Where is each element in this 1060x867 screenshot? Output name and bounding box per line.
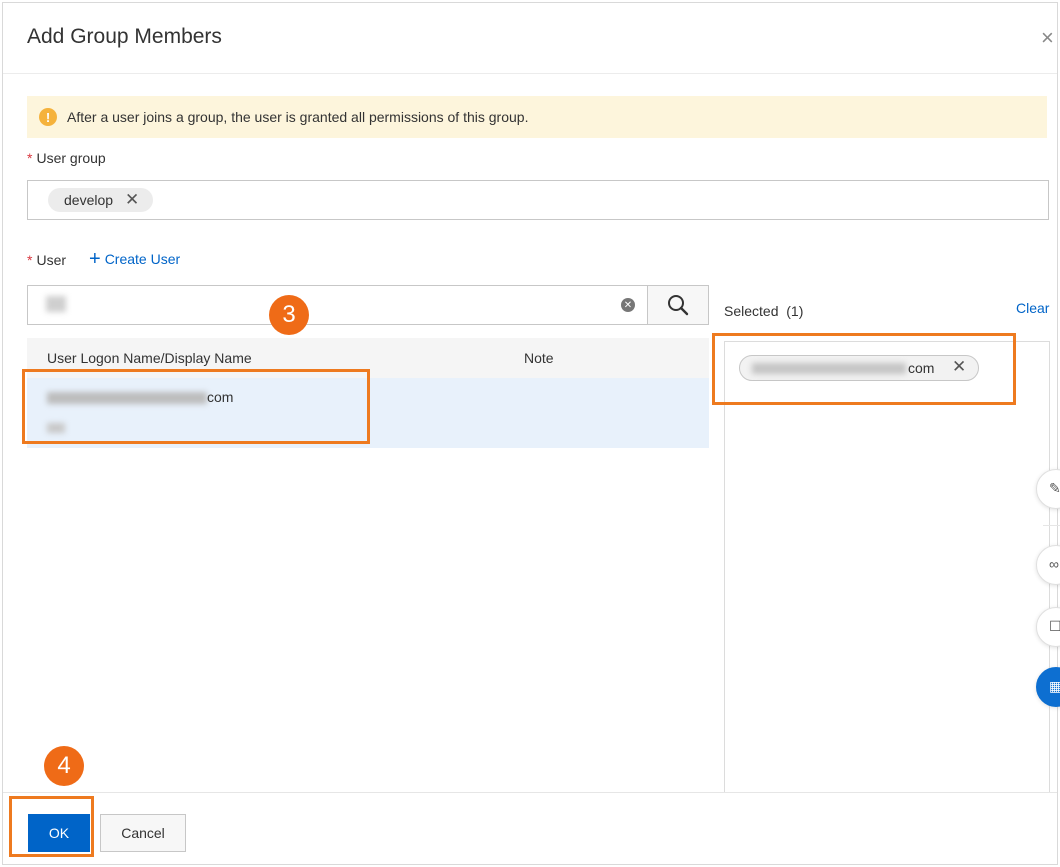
user-label: * User — [27, 252, 66, 268]
footer-divider — [3, 792, 1057, 793]
highlight-ok-button — [9, 796, 94, 857]
cancel-button[interactable]: Cancel — [100, 814, 186, 852]
selected-label: Selected (1) — [724, 303, 803, 319]
search-value-redacted — [46, 296, 66, 312]
user-group-label: * User group — [27, 150, 106, 166]
close-icon[interactable]: × — [1041, 25, 1060, 51]
required-mark: * — [27, 252, 33, 268]
remove-tag-icon[interactable]: ✕ — [125, 190, 139, 210]
search-button[interactable] — [647, 285, 709, 325]
float-divider — [1043, 525, 1060, 526]
alert-text: After a user joins a group, the user is … — [67, 109, 529, 125]
info-alert: ! After a user joins a group, the user i… — [27, 96, 1047, 138]
user-group-label-text: User group — [36, 150, 106, 166]
create-user-link[interactable]: + Create User — [89, 248, 181, 270]
search-icon — [668, 295, 689, 316]
step-3-badge: 3 — [269, 295, 309, 335]
create-user-label: Create User — [104, 251, 181, 267]
column-header-name: User Logon Name/Display Name — [47, 350, 252, 366]
clear-selected-link[interactable]: Clear — [1016, 300, 1049, 316]
user-group-tag: develop ✕ — [48, 188, 154, 212]
edit-icon: ✎ — [1049, 480, 1060, 496]
header-divider — [3, 73, 1057, 74]
tag-label: develop — [64, 192, 114, 208]
feedback-icon: ☐ — [1049, 618, 1060, 634]
grid-icon: ▦ — [1049, 678, 1060, 694]
required-mark: * — [27, 150, 33, 166]
selected-panel: com ✕ — [724, 341, 1050, 793]
selected-count: (1) — [786, 303, 804, 319]
share-icon: ∞ — [1049, 556, 1059, 572]
selected-label-text: Selected — [724, 303, 779, 319]
highlight-user-row — [22, 369, 370, 444]
step-4-badge: 4 — [44, 746, 84, 786]
dialog-title: Add Group Members — [27, 25, 222, 48]
user-search-input[interactable]: ✕ — [27, 285, 647, 325]
clear-search-icon[interactable]: ✕ — [621, 298, 635, 312]
highlight-selected-user — [712, 333, 1016, 405]
plus-icon: + — [89, 248, 101, 270]
column-header-note: Note — [524, 350, 554, 366]
user-group-select[interactable]: develop ✕ — [27, 180, 1049, 220]
user-label-text: User — [36, 252, 67, 268]
warning-icon: ! — [39, 108, 57, 126]
